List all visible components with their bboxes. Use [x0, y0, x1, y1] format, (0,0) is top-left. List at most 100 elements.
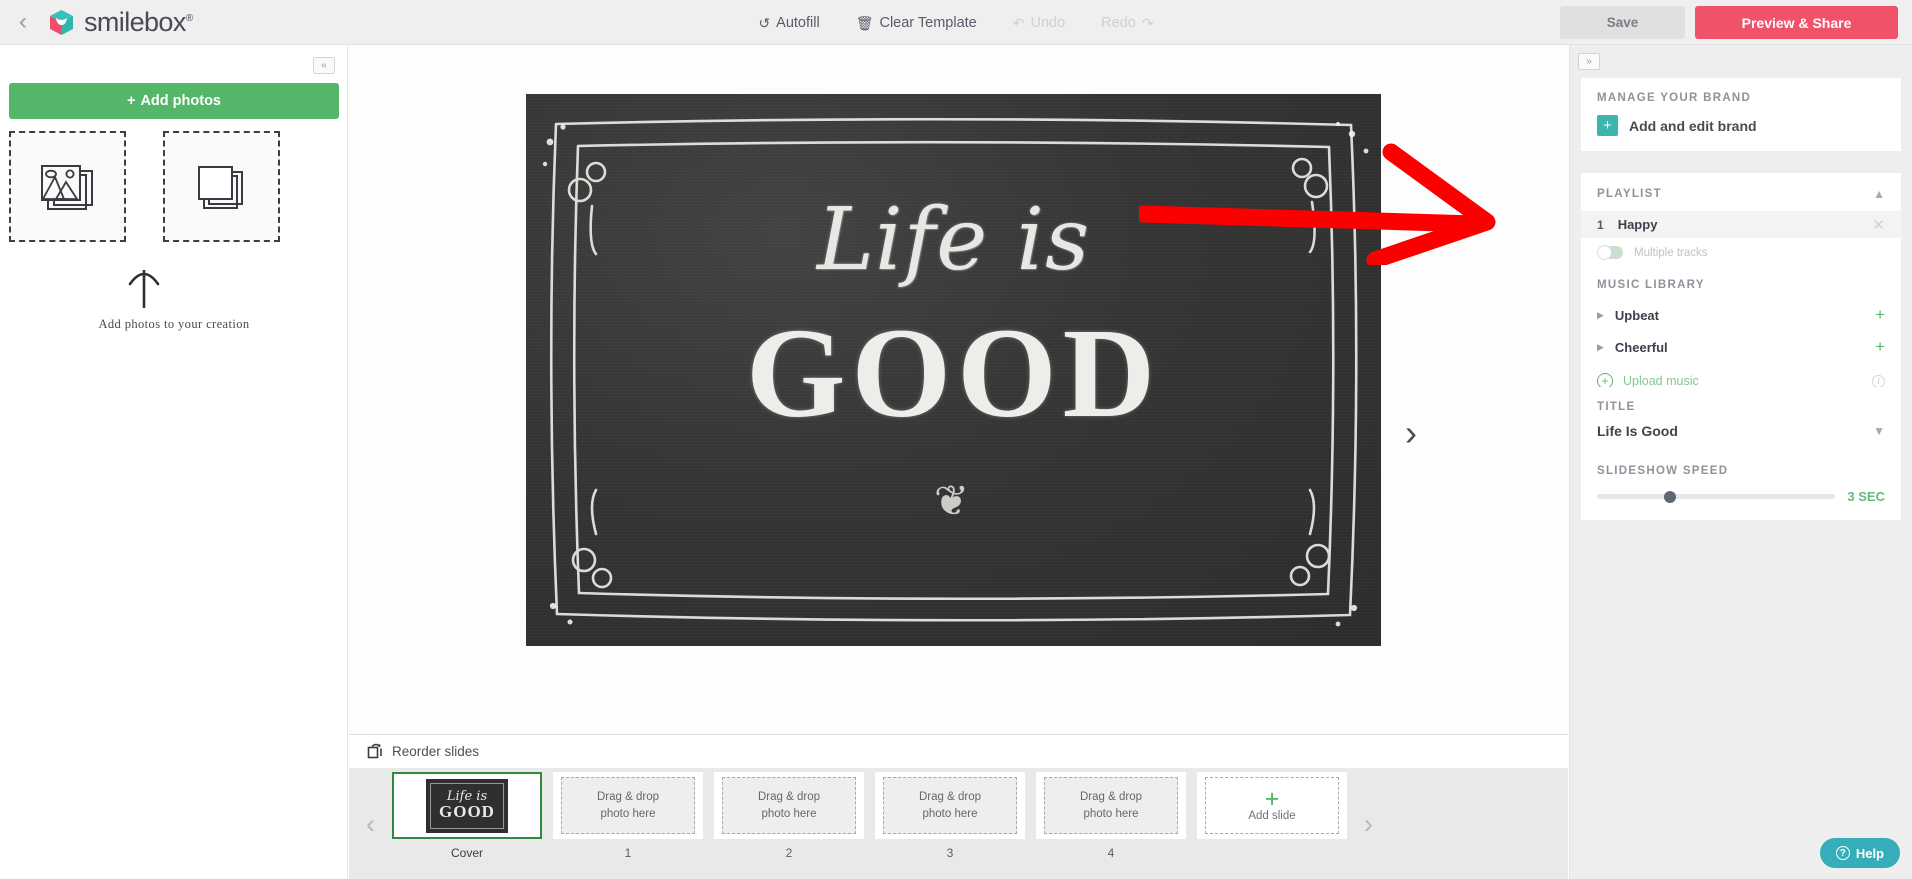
- slide-card[interactable]: Drag & drop photo here: [714, 772, 864, 839]
- multiple-tracks-row: Multiple tracks: [1581, 238, 1901, 271]
- drop-line-1: Drag & drop: [757, 791, 820, 803]
- slide-item-2[interactable]: Drag & drop photo here 2: [714, 772, 864, 860]
- slideshow-speed-card: SLIDESHOW SPEED 3 SEC: [1581, 451, 1901, 520]
- slide-card[interactable]: Life is GOOD: [392, 772, 542, 839]
- save-button[interactable]: Save: [1560, 6, 1685, 39]
- music-library-heading: MUSIC LIBRARY: [1597, 279, 1705, 291]
- slide-item-cover[interactable]: Life is GOOD Cover: [392, 772, 542, 860]
- title-select[interactable]: Life Is Good ▼: [1597, 423, 1885, 439]
- dropzone-row: [9, 131, 280, 242]
- plus-icon: +: [126, 93, 136, 109]
- add-edit-brand-label: Add and edit brand: [1629, 117, 1757, 134]
- photo-stack-icon: [40, 164, 93, 210]
- slide-item-4[interactable]: Drag & drop photo here 4: [1036, 772, 1186, 860]
- slide-card[interactable]: + Add slide: [1197, 772, 1347, 839]
- clear-template-button[interactable]: 🗑 Clear Template: [856, 15, 977, 31]
- slide-label: 3: [875, 846, 1025, 860]
- collapse-left-panel-button[interactable]: «: [313, 57, 335, 74]
- question-mark-icon: ?: [1835, 846, 1850, 860]
- music-category-label: Cheerful: [1614, 339, 1668, 355]
- add-cheerful-icon[interactable]: +: [1875, 337, 1885, 357]
- slide-card[interactable]: Drag & drop photo here: [1036, 772, 1186, 839]
- undo-arrow-icon: ↶: [1012, 14, 1025, 31]
- drop-line-2: photo here: [761, 808, 817, 820]
- playlist-track-row[interactable]: 1 Happy ✕: [1581, 211, 1901, 238]
- slide-dropzone[interactable]: Drag & drop photo here: [883, 777, 1017, 834]
- registered-mark: ®: [185, 12, 193, 24]
- reorder-slides-label: Reorder slides: [392, 744, 480, 759]
- slide-label-cover: Cover: [392, 846, 542, 860]
- close-x-icon[interactable]: ✕: [1872, 216, 1885, 234]
- slide-list: Life is GOOD Cover Drag & drop photo her…: [392, 768, 1347, 860]
- back-button[interactable]: ‹: [0, 0, 46, 45]
- brand-name: smilebox®: [84, 7, 193, 38]
- plus-icon: +: [1264, 785, 1280, 813]
- speed-slider[interactable]: [1597, 490, 1836, 503]
- redo-button[interactable]: Redo ↷: [1101, 15, 1153, 31]
- music-category-upbeat[interactable]: ▶ Upbeat +: [1581, 299, 1901, 331]
- chevron-down-icon[interactable]: ▼: [1873, 424, 1885, 438]
- autofill-label: Autofill: [776, 14, 820, 31]
- photos-dropzone[interactable]: [9, 131, 126, 242]
- info-icon[interactable]: i: [1872, 374, 1885, 388]
- triangle-right-icon: ▶: [1597, 309, 1604, 320]
- preview-share-button[interactable]: Preview & Share: [1695, 6, 1898, 39]
- slide-preview[interactable]: Life is GOOD ❦: [526, 94, 1381, 646]
- toggle-knob: [1597, 245, 1612, 260]
- cover-thumbnail: Life is GOOD: [426, 778, 508, 833]
- slide-canvas-area: Life is GOOD ❦ ›: [349, 45, 1568, 734]
- add-slide-button[interactable]: + Add slide: [1205, 777, 1339, 834]
- undo-button[interactable]: ↶ Undo: [1013, 15, 1065, 31]
- slide-item-1[interactable]: Drag & drop photo here 1: [553, 772, 703, 860]
- slide-dropzone[interactable]: Drag & drop photo here: [1044, 777, 1178, 834]
- add-edit-brand-button[interactable]: + Add and edit brand: [1597, 115, 1885, 136]
- filmstrip-next-button[interactable]: ›: [1347, 768, 1390, 879]
- reorder-slides-icon: [367, 742, 384, 762]
- autofill-button[interactable]: ↺ Autofill: [758, 15, 819, 31]
- playlist-music-card: PLAYLIST ▲ 1 Happy ✕ Multiple tracks MUS…: [1581, 173, 1901, 403]
- slide-card[interactable]: Drag & drop photo here: [875, 772, 1025, 839]
- slide-card[interactable]: Drag & drop photo here: [553, 772, 703, 839]
- title-value: Life Is Good: [1597, 423, 1678, 439]
- track-name: Happy: [1617, 217, 1658, 232]
- smilebox-cube-icon: [48, 9, 75, 36]
- collapse-right-panel-button[interactable]: »: [1578, 53, 1600, 70]
- add-upbeat-icon[interactable]: +: [1875, 305, 1885, 325]
- add-photos-hint: Add photos to your creation: [98, 317, 250, 331]
- left-photos-panel: « + Add photos Add photos to your creati…: [0, 45, 348, 879]
- right-settings-panel: » MANAGE YOUR BRAND + Add and edit brand…: [1569, 45, 1912, 879]
- add-photos-button[interactable]: + Add photos: [9, 83, 339, 119]
- toolbar-right-actions: Save Preview & Share: [1560, 0, 1898, 45]
- multiple-tracks-toggle[interactable]: [1597, 245, 1623, 260]
- slide-dropzone[interactable]: Drag & drop photo here: [561, 777, 695, 834]
- undo-label: Undo: [1030, 14, 1066, 31]
- chalk-frame-drawing: [542, 117, 1369, 627]
- title-heading: TITLE: [1597, 401, 1636, 413]
- slide-label: 4: [1036, 846, 1186, 860]
- slide-item-3[interactable]: Drag & drop photo here 3: [875, 772, 1025, 860]
- undo-circular-icon: ↺: [758, 14, 771, 31]
- help-button[interactable]: ? Help: [1819, 838, 1900, 868]
- top-toolbar: ‹ smilebox® ↺ Autofill 🗑 Clear Template …: [0, 0, 1912, 45]
- slideshow-speed-heading: SLIDESHOW SPEED: [1597, 465, 1729, 477]
- blank-dropzone[interactable]: [163, 131, 280, 242]
- triangle-right-icon: ▶: [1597, 341, 1604, 352]
- filmstrip-prev-button[interactable]: ‹: [349, 768, 392, 879]
- music-category-cheerful[interactable]: ▶ Cheerful +: [1581, 331, 1901, 363]
- next-slide-arrow[interactable]: ›: [1405, 415, 1417, 451]
- track-number: 1: [1597, 217, 1604, 232]
- speed-value: 3 SEC: [1847, 489, 1885, 504]
- slider-handle[interactable]: [1663, 490, 1676, 503]
- chevron-up-icon[interactable]: ▲: [1873, 187, 1885, 201]
- slide-dropzone[interactable]: Drag & drop photo here: [722, 777, 856, 834]
- redo-label: Redo: [1101, 14, 1136, 31]
- manage-brand-card: MANAGE YOUR BRAND + Add and edit brand: [1581, 78, 1901, 151]
- trash-icon: 🗑: [855, 14, 874, 31]
- brand-logo-group: smilebox®: [48, 7, 193, 38]
- reorder-slides-button[interactable]: Reorder slides: [349, 735, 1568, 768]
- redo-arrow-icon: ↷: [1141, 14, 1154, 31]
- smilebox-editor: ‹ smilebox® ↺ Autofill 🗑 Clear Template …: [0, 0, 1912, 879]
- clear-template-label: Clear Template: [879, 14, 977, 31]
- add-slide-item[interactable]: + Add slide: [1197, 772, 1347, 860]
- drop-line-1: Drag & drop: [1079, 791, 1142, 803]
